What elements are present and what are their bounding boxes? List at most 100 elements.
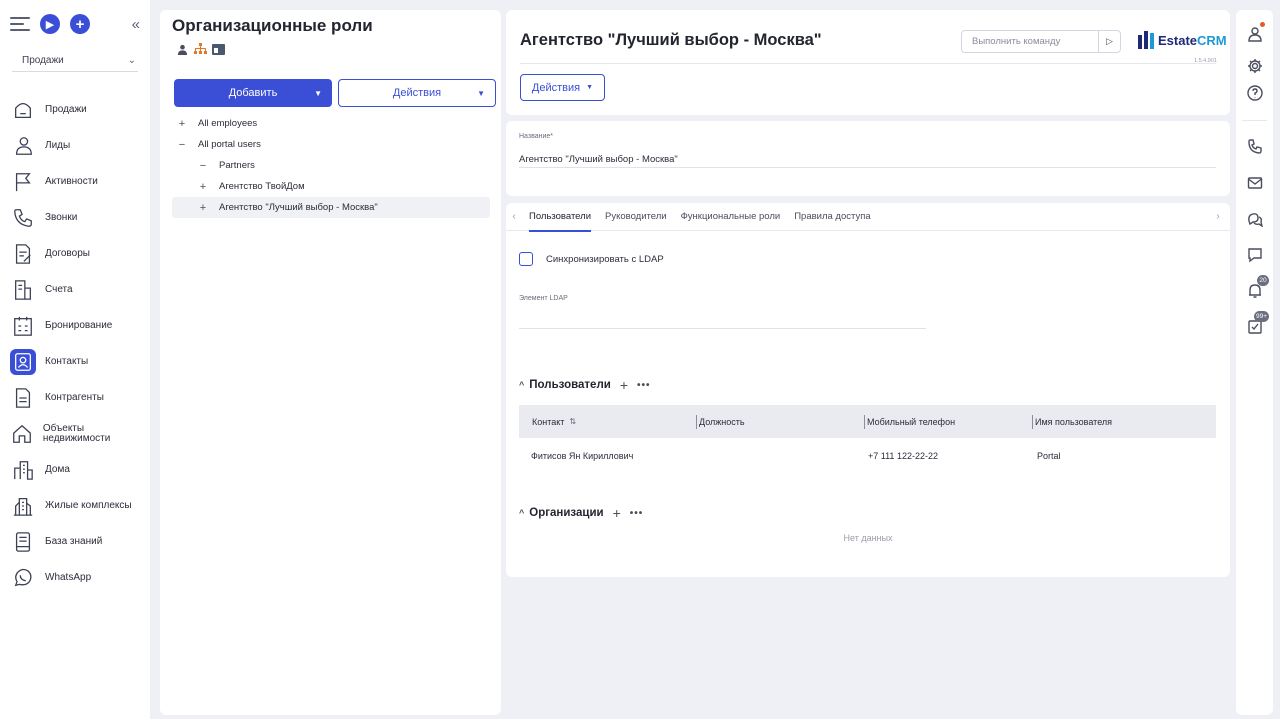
- sidebar-item-whatsapp[interactable]: WhatsApp: [10, 560, 145, 596]
- cell-contact[interactable]: Фитисов Ян Кириллович: [519, 451, 696, 461]
- notifications-badge: 20: [1257, 275, 1269, 286]
- more-icon[interactable]: •••: [637, 380, 651, 391]
- record-actions-button[interactable]: Действия ▼: [520, 74, 605, 101]
- sidebar-item-complexes[interactable]: Жилые комплексы: [10, 488, 145, 524]
- users-table: Контакт ⇅ Должность Мобильный телефон Им…: [519, 405, 1216, 474]
- expand-icon[interactable]: +: [176, 118, 188, 130]
- tab-access-rules[interactable]: Правила доступа: [787, 203, 877, 231]
- column-contact[interactable]: Контакт ⇅: [519, 405, 696, 438]
- collapse-icon[interactable]: −: [176, 139, 188, 151]
- message-icon[interactable]: [1245, 245, 1264, 264]
- menu-icon[interactable]: [10, 17, 30, 31]
- contract-icon: [10, 241, 36, 267]
- sidebar-item-label: Объекты недвижимости: [42, 423, 111, 444]
- tab-bar: ‹ Пользователи Руководители Функциональн…: [506, 203, 1230, 232]
- tree-node-selected[interactable]: + Агентство "Лучший выбор - Москва": [172, 197, 490, 218]
- user-icon[interactable]: [176, 43, 189, 55]
- caret-down-icon: ▼: [314, 88, 322, 98]
- tree-actions-button[interactable]: Действия ▼: [338, 79, 496, 107]
- sidebar-item-activities[interactable]: Активности: [10, 164, 145, 200]
- sidebar-item-calls[interactable]: Звонки: [10, 200, 145, 236]
- logo-text: EstateCRM: [1158, 33, 1227, 48]
- add-user-icon[interactable]: +: [620, 377, 628, 393]
- ldap-sync-checkbox[interactable]: [519, 252, 533, 266]
- sidebar-item-properties[interactable]: Объекты недвижимости: [10, 416, 145, 452]
- tab-functional-roles[interactable]: Функциональные роли: [674, 203, 788, 231]
- sidebar-item-label: Контрагенты: [45, 392, 104, 403]
- tree-node[interactable]: − Partners: [172, 155, 490, 176]
- workspace-select-value: Продажи: [22, 55, 64, 66]
- tab-managers[interactable]: Руководители: [598, 203, 674, 231]
- sidebar-item-counterparties[interactable]: Контрагенты: [10, 380, 145, 416]
- add-circle-icon[interactable]: +: [70, 14, 90, 34]
- column-position[interactable]: Должность: [696, 405, 864, 438]
- column-mobile-phone[interactable]: Мобильный телефон: [864, 405, 1032, 438]
- record-header: Агентство "Лучший выбор - Москва" ▷ Esta…: [506, 10, 1230, 115]
- tree-node-label: All portal users: [198, 139, 261, 150]
- sidebar-item-label: WhatsApp: [45, 572, 92, 583]
- sidebar-item-contacts[interactable]: Контакты: [10, 344, 145, 380]
- chevron-right-icon[interactable]: ›: [1210, 211, 1226, 222]
- more-icon[interactable]: •••: [630, 508, 644, 519]
- sidebar-item-leads[interactable]: Лиды: [10, 128, 145, 164]
- status-dot: [1260, 22, 1265, 27]
- sidebar-item-houses[interactable]: Дома: [10, 452, 145, 488]
- sidebar-item-booking[interactable]: Бронирование: [10, 308, 145, 344]
- chevron-left-icon[interactable]: ‹: [506, 211, 522, 222]
- logo-text-part1: Estate: [1158, 32, 1198, 48]
- sidebar-item-sales[interactable]: Продажи: [10, 92, 145, 128]
- ldap-element-field[interactable]: [519, 313, 926, 329]
- table-row[interactable]: Фитисов Ян Кириллович +7 111 122-22-22 P…: [519, 438, 1216, 474]
- tasks-icon[interactable]: 99+: [1245, 311, 1269, 336]
- play-icon[interactable]: ▶: [40, 14, 60, 34]
- chevron-down-icon: ⌄: [127, 55, 136, 66]
- tree-node[interactable]: + All employees: [172, 113, 490, 134]
- book-icon: [10, 529, 36, 555]
- left-sidebar: ▶ + « Продажи ⌄ Продажи Лиды Активности …: [0, 0, 150, 719]
- column-label: Контакт: [532, 416, 565, 427]
- chats-icon[interactable]: [1245, 209, 1264, 228]
- id-card-icon[interactable]: [212, 43, 225, 55]
- add-button-label: Добавить: [228, 87, 278, 99]
- users-section-title: Пользователи: [529, 379, 611, 391]
- org-structure-icon[interactable]: [194, 43, 207, 55]
- command-input[interactable]: [972, 36, 1092, 47]
- chevron-up-icon[interactable]: ^: [519, 380, 524, 390]
- run-command-icon[interactable]: ▷: [1098, 31, 1120, 52]
- sidebar-item-label: Счета: [45, 284, 73, 295]
- house-icon: [10, 421, 34, 447]
- add-org-icon[interactable]: +: [613, 505, 621, 521]
- gear-icon[interactable]: [1245, 56, 1264, 75]
- sidebar-item-invoices[interactable]: Счета: [10, 272, 145, 308]
- phone-icon: [10, 205, 36, 231]
- help-icon[interactable]: [1245, 83, 1264, 102]
- add-button[interactable]: Добавить ▼: [174, 79, 332, 107]
- expand-icon[interactable]: +: [197, 181, 209, 193]
- name-field[interactable]: [519, 152, 1216, 168]
- sidebar-item-label: Жилые комплексы: [45, 500, 132, 511]
- chevron-up-icon[interactable]: ^: [519, 508, 524, 518]
- sort-icon[interactable]: ⇅: [569, 417, 576, 426]
- logo-text-part2: CRM: [1197, 32, 1227, 48]
- details-card: ‹ Пользователи Руководители Функциональн…: [506, 203, 1230, 577]
- sidebar-item-knowledge-base[interactable]: База знаний: [10, 524, 145, 560]
- sidebar-item-contracts[interactable]: Договоры: [10, 236, 145, 272]
- ldap-element-label: Элемент LDAP: [519, 295, 568, 302]
- caret-down-icon: ▼: [586, 84, 594, 91]
- tree-node-label: All employees: [198, 118, 258, 129]
- tab-users[interactable]: Пользователи: [522, 203, 598, 232]
- collapse-sidebar-icon[interactable]: «: [132, 16, 140, 33]
- workspace-select[interactable]: Продажи ⌄: [12, 50, 138, 72]
- column-username[interactable]: Имя пользователя: [1032, 405, 1216, 438]
- logo-mark-icon: [1138, 31, 1154, 49]
- tree-node[interactable]: − All portal users: [172, 134, 490, 155]
- tasks-badge: 99+: [1253, 311, 1269, 322]
- tree-node[interactable]: + Агентство ТвойДом: [172, 176, 490, 197]
- profile-icon[interactable]: [1245, 22, 1265, 43]
- mail-icon[interactable]: [1245, 173, 1264, 192]
- document-icon: [10, 385, 36, 411]
- expand-icon[interactable]: +: [197, 202, 209, 214]
- bell-icon[interactable]: 20: [1245, 275, 1269, 300]
- phone-icon[interactable]: [1245, 137, 1264, 156]
- collapse-icon[interactable]: −: [197, 160, 209, 172]
